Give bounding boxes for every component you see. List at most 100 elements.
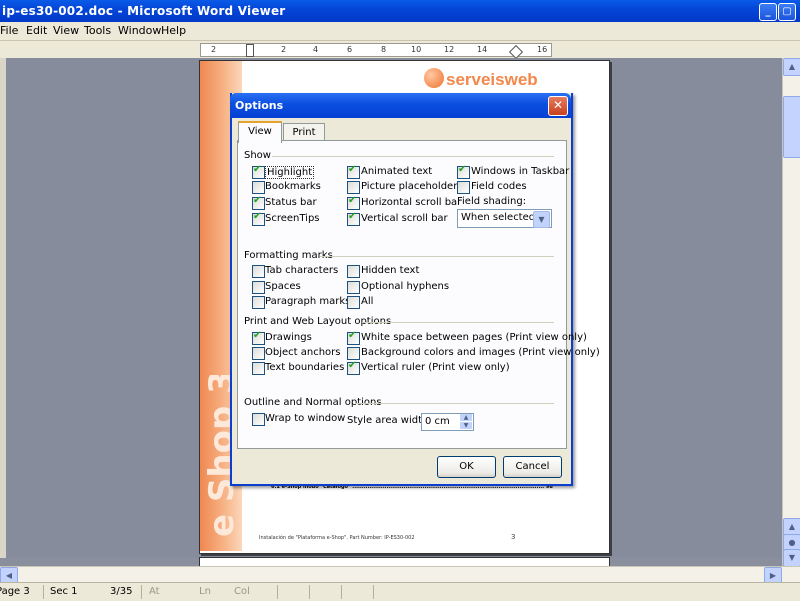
spaces-label: Spaces (265, 281, 301, 292)
right-indent-marker-icon[interactable] (508, 44, 524, 60)
status-at: At (149, 586, 160, 597)
wrap-to-window-label: Wrap to window (265, 413, 346, 424)
menu-file[interactable]: File (0, 24, 18, 37)
vertical-ruler-label: Vertical ruler (Print view only) (361, 362, 510, 373)
ruler-tick: 8 (381, 45, 387, 54)
tab-view[interactable]: View (238, 121, 282, 143)
status-ln: Ln (199, 586, 211, 597)
menu-window[interactable]: Window (118, 24, 161, 37)
dialog-title: Options (235, 99, 284, 112)
status-separator (141, 585, 142, 599)
chevron-down-icon[interactable]: ▼ (533, 211, 550, 228)
picture-placeholders-label: Picture placeholders (361, 181, 463, 192)
text-boundaries-label: Text boundaries (265, 362, 345, 373)
dialog-title-bar[interactable]: Options ✕ (230, 93, 571, 118)
scroll-up-icon[interactable]: ▲ (783, 58, 800, 76)
field-shading-value: When selected (461, 212, 536, 223)
menu-help[interactable]: Help (161, 24, 186, 37)
field-shading-label: Field shading: (457, 196, 527, 207)
windows-in-taskbar-checkbox[interactable]: ✔ (457, 164, 470, 179)
paragraph-marks-checkbox[interactable] (252, 296, 265, 309)
object-anchors-checkbox[interactable] (252, 347, 265, 360)
highlight-label: Highlight (265, 166, 315, 179)
status-page: Page 3 (0, 586, 30, 597)
white-space-checkbox[interactable]: ✔ (347, 330, 360, 345)
drawings-label: Drawings (265, 332, 312, 343)
tab-characters-checkbox[interactable] (252, 265, 265, 278)
menu-edit[interactable]: Edit (26, 24, 47, 37)
group-divider (362, 322, 554, 323)
vertical-scroll-bar-checkbox[interactable]: ✔ (347, 211, 360, 226)
menu-tools[interactable]: Tools (84, 24, 111, 37)
optional-hyphens-checkbox[interactable] (347, 281, 360, 294)
menu-bar: File Edit View Tools Window Help (0, 22, 800, 41)
group-divider (320, 256, 554, 257)
page-number: 3 (511, 533, 516, 541)
status-pages: 3/35 (110, 586, 133, 597)
status-separator (341, 585, 342, 599)
status-bar-label: Status bar (265, 197, 317, 208)
screentips-checkbox[interactable]: ✔ (252, 211, 265, 226)
horizontal-ruler[interactable]: 2 2 4 6 8 10 12 14 16 (200, 43, 552, 60)
group-divider (272, 156, 554, 157)
paragraph-marks-label: Paragraph marks (265, 296, 351, 307)
horizontal-scroll-bar-checkbox[interactable]: ✔ (347, 195, 360, 210)
ruler-tick: 2 (281, 45, 287, 54)
horizontal-scrollbar[interactable]: ◀ ▶ (0, 566, 800, 585)
horizontal-scroll-bar-label: Horizontal scroll bar (361, 197, 462, 208)
status-bar: Page 3 Sec 1 3/35 At Ln Col (0, 582, 800, 601)
vertical-scrollbar[interactable]: ▲ ▲ ● ▼ (782, 58, 800, 567)
ruler-tick: 14 (477, 45, 488, 54)
object-anchors-label: Object anchors (265, 347, 341, 358)
group-divider (355, 403, 554, 404)
menu-view[interactable]: View (53, 24, 79, 37)
background-colors-checkbox[interactable] (347, 347, 360, 360)
scroll-down-icon[interactable]: ▼ (783, 549, 800, 567)
status-separator (309, 585, 310, 599)
all-checkbox[interactable] (347, 296, 360, 309)
white-space-label: White space between pages (Print view on… (361, 332, 587, 343)
style-area-width-label: Style area width: (347, 415, 432, 426)
indent-marker-icon[interactable] (246, 44, 254, 57)
status-section: Sec 1 (50, 586, 78, 597)
vertical-ruler-checkbox[interactable]: ✔ (347, 360, 360, 375)
bookmarks-checkbox[interactable] (252, 181, 265, 194)
highlight-checkbox[interactable]: ✔ (252, 164, 265, 179)
hidden-text-label: Hidden text (361, 265, 420, 276)
dialog-close-button[interactable]: ✕ (548, 96, 568, 116)
cancel-button[interactable]: Cancel (503, 456, 562, 478)
animated-text-checkbox[interactable]: ✔ (347, 164, 360, 179)
ruler-tick: 16 (537, 45, 548, 54)
status-col: Col (234, 586, 250, 597)
maximize-button[interactable]: ▢ (778, 3, 796, 21)
ruler-tick: 2 (211, 45, 217, 54)
ok-button[interactable]: OK (437, 456, 496, 478)
window-title: ip-es30-002.doc - Microsoft Word Viewer (2, 4, 286, 18)
spaces-checkbox[interactable] (252, 281, 265, 294)
picture-placeholders-checkbox[interactable] (347, 181, 360, 194)
ruler-tick: 10 (411, 45, 422, 54)
logo-ball-icon (424, 68, 444, 88)
logo-text: serveisweb (446, 70, 538, 89)
vertical-scroll-bar-label: Vertical scroll bar (361, 213, 448, 224)
tab-print[interactable]: Print (283, 123, 325, 141)
hidden-text-checkbox[interactable] (347, 265, 360, 278)
optional-hyphens-label: Optional hyphens (361, 281, 450, 292)
drawings-checkbox[interactable]: ✔ (252, 330, 265, 345)
wrap-to-window-checkbox[interactable] (252, 413, 265, 426)
windows-in-taskbar-label: Windows in Taskbar (471, 166, 570, 177)
background-colors-label: Background colors and images (Print view… (361, 347, 600, 358)
screentips-label: ScreenTips (265, 213, 320, 224)
field-codes-checkbox[interactable] (457, 181, 470, 194)
text-boundaries-checkbox[interactable] (252, 362, 265, 375)
status-separator (277, 585, 278, 599)
spin-up-icon[interactable]: ▲ (460, 414, 472, 421)
status-bar-checkbox[interactable]: ✔ (252, 195, 265, 210)
all-label: All (361, 296, 374, 307)
style-area-width-spinner[interactable]: 0 cm ▲ ▼ (421, 413, 474, 431)
spin-down-icon[interactable]: ▼ (460, 422, 472, 429)
minimize-button[interactable]: _ (759, 3, 777, 21)
ruler-tick: 4 (313, 45, 319, 54)
scroll-thumb[interactable] (783, 96, 800, 158)
field-shading-select[interactable]: When selected ▼ (457, 209, 552, 228)
